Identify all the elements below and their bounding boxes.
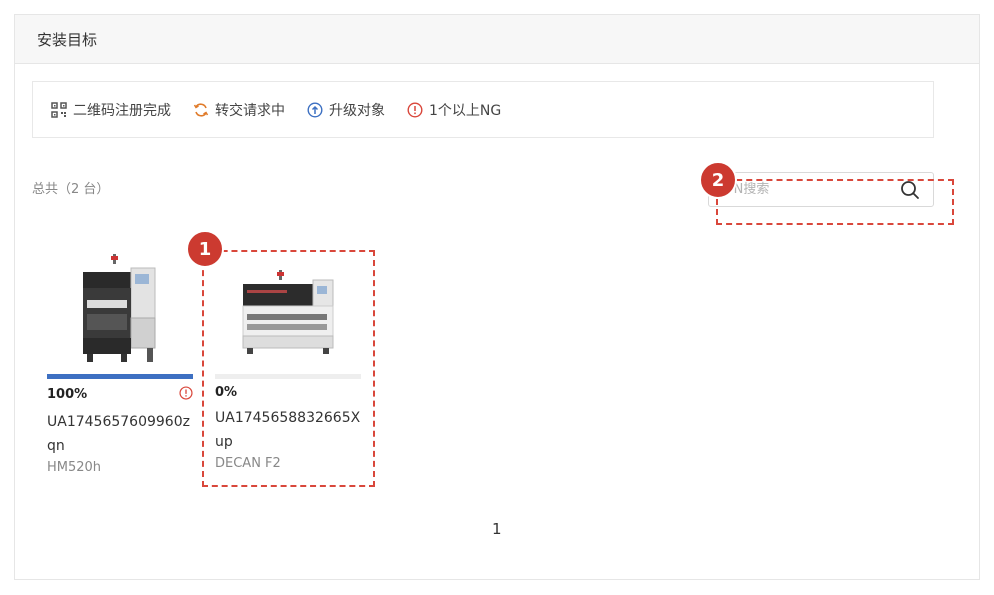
- device-image: [47, 250, 193, 370]
- device-image: [215, 250, 361, 370]
- qr-code-icon: [51, 101, 67, 118]
- sync-icon: [193, 102, 209, 118]
- legend-label: 1个以上NG: [429, 102, 502, 119]
- progress-fill: [47, 374, 193, 379]
- progress-bar: [215, 374, 361, 379]
- upgrade-icon: [307, 101, 323, 118]
- legend-label: 升级对象: [329, 102, 385, 119]
- total-count: 总共（2 台）: [32, 182, 110, 197]
- device-card[interactable]: 0% UA1745658832665Xup DECAN F2: [215, 250, 361, 471]
- device-serial: UA1745658832665Xup: [215, 410, 361, 450]
- highlight-search: [716, 179, 954, 225]
- legend-label: 转交请求中: [215, 102, 285, 119]
- device-serial: UA1745657609960zqn: [47, 414, 190, 454]
- panel-title: 安装目标: [15, 15, 979, 64]
- legend-item-ng: 1个以上NG: [407, 100, 501, 120]
- warning-icon: [407, 101, 423, 118]
- device-model: HM520h: [47, 460, 102, 475]
- progress-percent: 100%: [47, 387, 88, 402]
- pagination-current-page[interactable]: 1: [492, 520, 502, 538]
- progress-percent: 0%: [215, 385, 238, 400]
- progress-bar: [47, 374, 193, 379]
- legend-item-qr: 二维码注册完成: [51, 100, 171, 120]
- ng-warning-icon: [179, 385, 193, 404]
- callout-badge-2: 2: [699, 161, 737, 199]
- device-card[interactable]: 100% UA1745657609960zqn HM520h: [47, 250, 193, 475]
- status-legend: 二维码注册完成 转交请求中 升级对象 1个以上NG: [32, 81, 934, 138]
- legend-item-transfer: 转交请求中: [193, 100, 285, 120]
- legend-item-upgrade: 升级对象: [307, 100, 385, 120]
- legend-label: 二维码注册完成: [73, 102, 171, 119]
- device-model: DECAN F2: [215, 456, 281, 471]
